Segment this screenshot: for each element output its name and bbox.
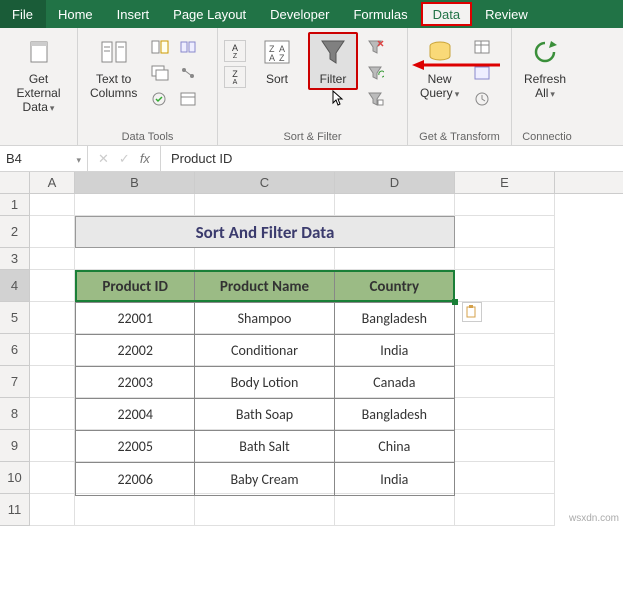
text-to-columns-label: Text to Columns <box>90 72 137 100</box>
tab-page-layout[interactable]: Page Layout <box>161 0 258 28</box>
table-cell[interactable]: Bath Salt <box>195 431 334 463</box>
table-header[interactable]: Country <box>335 271 454 303</box>
table-header[interactable]: Product Name <box>195 271 334 303</box>
col-header-e[interactable]: E <box>455 172 555 193</box>
filter-label: Filter <box>320 72 347 86</box>
table-cell[interactable]: 22003 <box>76 367 195 399</box>
sort-button[interactable]: ZAAZ Sort <box>252 32 302 90</box>
tab-formulas[interactable]: Formulas <box>341 0 419 28</box>
row-header[interactable]: 7 <box>0 366 30 398</box>
enter-formula-icon[interactable]: ✓ <box>119 151 130 167</box>
sort-label: Sort <box>266 72 288 86</box>
cursor-icon <box>332 90 344 108</box>
annotation-arrow <box>412 60 502 70</box>
watermark: wsxdn.com <box>569 513 619 524</box>
name-box-value: B4 <box>6 151 22 166</box>
text-to-columns-button[interactable]: Text to Columns <box>84 32 143 104</box>
clear-filter-button[interactable] <box>364 36 386 58</box>
refresh-all-label: Refresh All <box>524 72 566 100</box>
tab-home[interactable]: Home <box>46 0 105 28</box>
row-header[interactable]: 1 <box>0 194 30 216</box>
svg-text:Z: Z <box>279 53 285 63</box>
col-header-a[interactable]: A <box>30 172 75 193</box>
manage-data-model-button[interactable] <box>177 88 199 110</box>
formula-bar: B4 ✕ ✓ fx Product ID <box>0 146 623 172</box>
table-cell[interactable]: China <box>335 431 454 463</box>
table-cell[interactable]: Bangladesh <box>335 303 454 335</box>
svg-text:A: A <box>269 53 275 63</box>
table-cell[interactable]: Canada <box>335 367 454 399</box>
sort-az-button[interactable]: AZ <box>224 40 246 62</box>
row-header[interactable]: 11 <box>0 494 30 526</box>
name-box[interactable]: B4 <box>0 146 88 171</box>
row-header[interactable]: 9 <box>0 430 30 462</box>
row-header[interactable]: 8 <box>0 398 30 430</box>
spreadsheet-grid: A B C D E 1 2 3 4 5 6 7 8 9 10 11 <box>0 172 623 526</box>
ribbon-tabs: File Home Insert Page Layout Developer F… <box>0 0 623 28</box>
group-connections-label: Connectio <box>518 129 576 143</box>
ribbon: Get External Data Text to Columns <box>0 28 623 146</box>
table-cell[interactable]: India <box>335 463 454 495</box>
flash-fill-button[interactable] <box>149 36 171 58</box>
tab-developer[interactable]: Developer <box>258 0 341 28</box>
remove-duplicates-button[interactable] <box>149 62 171 84</box>
table-cell[interactable]: Baby Cream <box>195 463 334 495</box>
table-cell[interactable]: India <box>335 335 454 367</box>
group-data-tools-label: Data Tools <box>84 129 211 143</box>
tab-review[interactable]: Review <box>473 0 540 28</box>
recent-sources-button[interactable] <box>471 88 493 110</box>
select-all-corner[interactable] <box>0 172 30 193</box>
row-header[interactable]: 6 <box>0 334 30 366</box>
tab-data[interactable]: Data <box>421 2 472 26</box>
filter-icon <box>317 36 349 68</box>
table-cell[interactable]: Bath Soap <box>195 399 334 431</box>
data-table: Product ID Product Name Country 22001Sha… <box>75 270 455 496</box>
show-queries-button[interactable] <box>471 36 493 58</box>
sheet-title: Sort And Filter Data <box>75 216 455 248</box>
consolidate-button[interactable] <box>177 36 199 58</box>
table-header[interactable]: Product ID <box>76 271 195 303</box>
cancel-formula-icon[interactable]: ✕ <box>98 151 109 167</box>
data-validation-button[interactable] <box>149 88 171 110</box>
filter-button[interactable]: Filter <box>308 32 358 90</box>
table-cell[interactable]: Bangladesh <box>335 399 454 431</box>
table-cell[interactable]: 22006 <box>76 463 195 495</box>
row-header[interactable]: 5 <box>0 302 30 334</box>
tab-file[interactable]: File <box>0 0 46 28</box>
paste-options-button[interactable] <box>462 302 482 322</box>
new-query-label: New Query <box>420 72 453 100</box>
table-cell[interactable]: Body Lotion <box>195 367 334 399</box>
selection-handle[interactable] <box>452 299 458 305</box>
relationships-button[interactable] <box>177 62 199 84</box>
table-cell[interactable]: 22004 <box>76 399 195 431</box>
table-cell[interactable]: 22005 <box>76 431 195 463</box>
row-header[interactable]: 2 <box>0 216 30 248</box>
table-cell[interactable]: 22002 <box>76 335 195 367</box>
col-header-d[interactable]: D <box>335 172 455 193</box>
sort-za-button[interactable]: ZA <box>224 66 246 88</box>
get-external-data-icon <box>23 36 55 68</box>
tab-insert[interactable]: Insert <box>105 0 162 28</box>
table-cell[interactable]: Conditionar <box>195 335 334 367</box>
fx-icon[interactable]: fx <box>140 151 150 166</box>
table-cell[interactable]: 22001 <box>76 303 195 335</box>
col-header-b[interactable]: B <box>75 172 195 193</box>
row-header[interactable]: 3 <box>0 248 30 270</box>
refresh-icon <box>529 36 561 68</box>
get-external-data-button[interactable]: Get External Data <box>6 32 71 119</box>
group-sort-filter-label: Sort & Filter <box>224 129 401 143</box>
formula-input[interactable]: Product ID <box>161 151 242 166</box>
sort-icon: ZAAZ <box>261 36 293 68</box>
col-header-c[interactable]: C <box>195 172 335 193</box>
table-cell[interactable]: Shampoo <box>195 303 334 335</box>
reapply-button[interactable] <box>364 62 386 84</box>
text-to-columns-icon <box>98 36 130 68</box>
group-get-transform-label: Get & Transform <box>414 129 505 143</box>
row-header[interactable]: 10 <box>0 462 30 494</box>
refresh-all-button[interactable]: Refresh All <box>518 32 572 105</box>
advanced-button[interactable] <box>364 88 386 110</box>
row-header[interactable]: 4 <box>0 270 30 302</box>
